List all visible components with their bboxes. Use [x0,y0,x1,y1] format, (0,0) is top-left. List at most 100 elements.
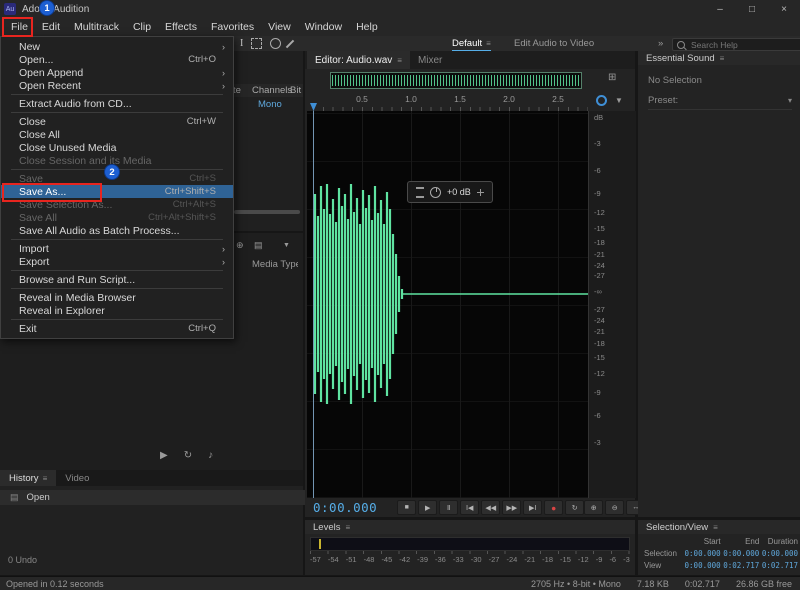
db-scale-label: -9 [594,189,601,198]
menu-item-open-recent[interactable]: Open Recent › [1,79,233,92]
panel-menu-icon[interactable]: ≡ [720,54,725,63]
menubar-item-favorites[interactable]: Favorites [204,18,261,36]
menubar-item-help[interactable]: Help [349,18,385,36]
waveform-canvas[interactable]: +0 dB [307,111,588,498]
pause-button[interactable]: Ⅱ [439,500,458,515]
menubar-item-clip[interactable]: Clip [126,18,158,36]
rewind-button[interactable]: ◀◀ [481,500,500,515]
menu-item-close-unused-media[interactable]: Close Unused Media [1,141,233,154]
spectral-toggle-icon[interactable] [596,95,607,106]
tab-video[interactable]: Video [56,470,98,486]
menu-item-exit[interactable]: Exit Ctrl+Q [1,322,233,335]
menu-item-close-session[interactable]: Close Session and its Media [1,154,233,167]
panel-menu-icon[interactable]: ≡ [43,474,48,483]
tab-editor-audio-wav[interactable]: Editor: Audio.wav ≡ [307,51,410,69]
skip-to-end-button[interactable]: ▶Ⅰ [523,500,542,515]
tab-history[interactable]: History ≡ [0,470,56,486]
menubar-item-view[interactable]: View [261,18,298,36]
menu-item[interactable] [1,237,233,242]
editor-grid-settings-icon[interactable]: ⊞ [608,72,616,83]
menu-item[interactable] [1,92,233,97]
media-add-icon[interactable]: ⊕ [236,240,244,251]
menubar-item-window[interactable]: Window [298,18,349,36]
amplitude-ruler[interactable]: dB-3-6-9-12-15-18-21-24-27-∞-27-24-21-18… [588,111,636,498]
preview-play-icon[interactable]: ▶ [160,450,168,461]
timeline-ruler[interactable]: 0.51.01.52.02.5 [307,91,588,112]
menu-item[interactable] [1,268,233,273]
view-start-value[interactable]: 0:00.000 [682,561,721,570]
stop-button[interactable]: ■ [397,500,416,515]
essential-sound-title: Essential Sound [646,53,715,64]
menu-item[interactable] [1,110,233,115]
media-type-filter[interactable]: Media Type [252,259,298,270]
media-filter-icon[interactable]: ▼ [283,242,290,249]
menu-item-open-append[interactable]: Open Append › [1,66,233,79]
workspace-overflow-icon[interactable]: » [658,38,663,49]
timeline-tick-label: 1.0 [405,94,417,104]
menu-item-save-all[interactable]: Save All Ctrl+Alt+Shift+S [1,211,233,224]
preset-dropdown-icon[interactable]: ▾ [788,96,792,105]
db-scale-label: -3 [594,438,601,447]
lasso-selection-tool-icon[interactable] [270,38,281,49]
tab-mixer[interactable]: Mixer [410,51,450,69]
menu-item-export[interactable]: Export › [1,255,233,268]
menu-item-close-all[interactable]: Close All [1,128,233,141]
menu-item-save-selection-as[interactable]: Save Selection As... Ctrl+Alt+S [1,198,233,211]
search-help-input[interactable] [689,39,797,51]
preview-loop-icon[interactable]: ↻ [184,450,192,461]
selection-duration-value[interactable]: 0:00.000 [759,549,798,558]
view-duration-value[interactable]: 0:02.717 [759,561,798,570]
panel-menu-icon[interactable]: ≡ [713,523,718,532]
menu-item-reveal-media-browser[interactable]: Reveal in Media Browser [1,291,233,304]
menu-item-import[interactable]: Import › [1,242,233,255]
waveform-overview-navigator[interactable] [330,72,582,89]
panel-menu-icon[interactable]: ≡ [397,56,402,65]
loop-button[interactable]: ↻ [565,500,584,515]
menu-item-save-as[interactable]: Save As... Ctrl+Shift+S [1,185,233,198]
playhead-line[interactable] [313,111,314,498]
zoom-out-button[interactable]: ⊖ [605,500,624,515]
menu-item-extract-audio[interactable]: Extract Audio from CD... [1,97,233,110]
level-scale-label: -15 [560,555,571,564]
play-button[interactable]: ▶ [418,500,437,515]
minimize-button[interactable]: – [704,0,736,18]
panel-menu-icon[interactable]: ≡ [345,523,350,532]
maximize-button[interactable]: □ [736,0,768,18]
media-list-view-icon[interactable]: ▤ [254,240,263,251]
workspace-default[interactable]: Default ≡ [452,37,491,52]
column-bit-depth[interactable]: Bit Depth [290,85,303,96]
volume-knob-icon[interactable] [430,187,441,198]
skip-to-start-button[interactable]: Ⅰ◀ [460,500,479,515]
menu-item-new[interactable]: New › [1,40,233,53]
column-channels[interactable]: Channels [252,85,292,96]
workspace-edit-audio-to-video[interactable]: Edit Audio to Video [514,38,594,49]
files-horizontal-scrollbar[interactable] [234,210,300,214]
marquee-selection-tool-icon[interactable] [251,38,262,49]
preview-speaker-icon[interactable]: ♪ [208,450,213,461]
volume-hud[interactable]: +0 dB [407,181,493,203]
menu-item-close[interactable]: Close Ctrl+W [1,115,233,128]
menu-item-browse-run-script[interactable]: Browse and Run Script... [1,273,233,286]
pin-icon[interactable] [477,189,484,196]
menubar-item-effects[interactable]: Effects [158,18,204,36]
view-end-value[interactable]: 0:02.717 [721,561,760,570]
history-row-open[interactable]: ▤ Open [0,490,313,505]
record-button[interactable]: ● [544,500,563,515]
fast-forward-button[interactable]: ▶▶ [502,500,521,515]
channel-filter-icon[interactable]: ▼ [615,96,623,105]
close-button[interactable]: × [768,0,800,18]
zoom-in-button[interactable]: ⊕ [584,500,603,515]
selection-end-value[interactable]: 0:00.000 [721,549,760,558]
menu-item-reveal-explorer[interactable]: Reveal in Explorer [1,304,233,317]
menubar-item-file[interactable]: File [4,18,35,36]
level-meter-indicator [319,539,321,549]
menu-item[interactable] [1,286,233,291]
menubar-item-edit[interactable]: Edit [35,18,67,36]
menu-item[interactable] [1,317,233,322]
time-selection-tool-icon[interactable]: I [240,39,243,49]
paintbrush-tool-icon[interactable] [286,39,294,47]
menubar-item-multitrack[interactable]: Multitrack [67,18,126,36]
menu-item-open[interactable]: Open... Ctrl+O [1,53,233,66]
selection-start-value[interactable]: 0:00.000 [682,549,721,558]
menu-item-save-all-batch[interactable]: Save All Audio as Batch Process... [1,224,233,237]
